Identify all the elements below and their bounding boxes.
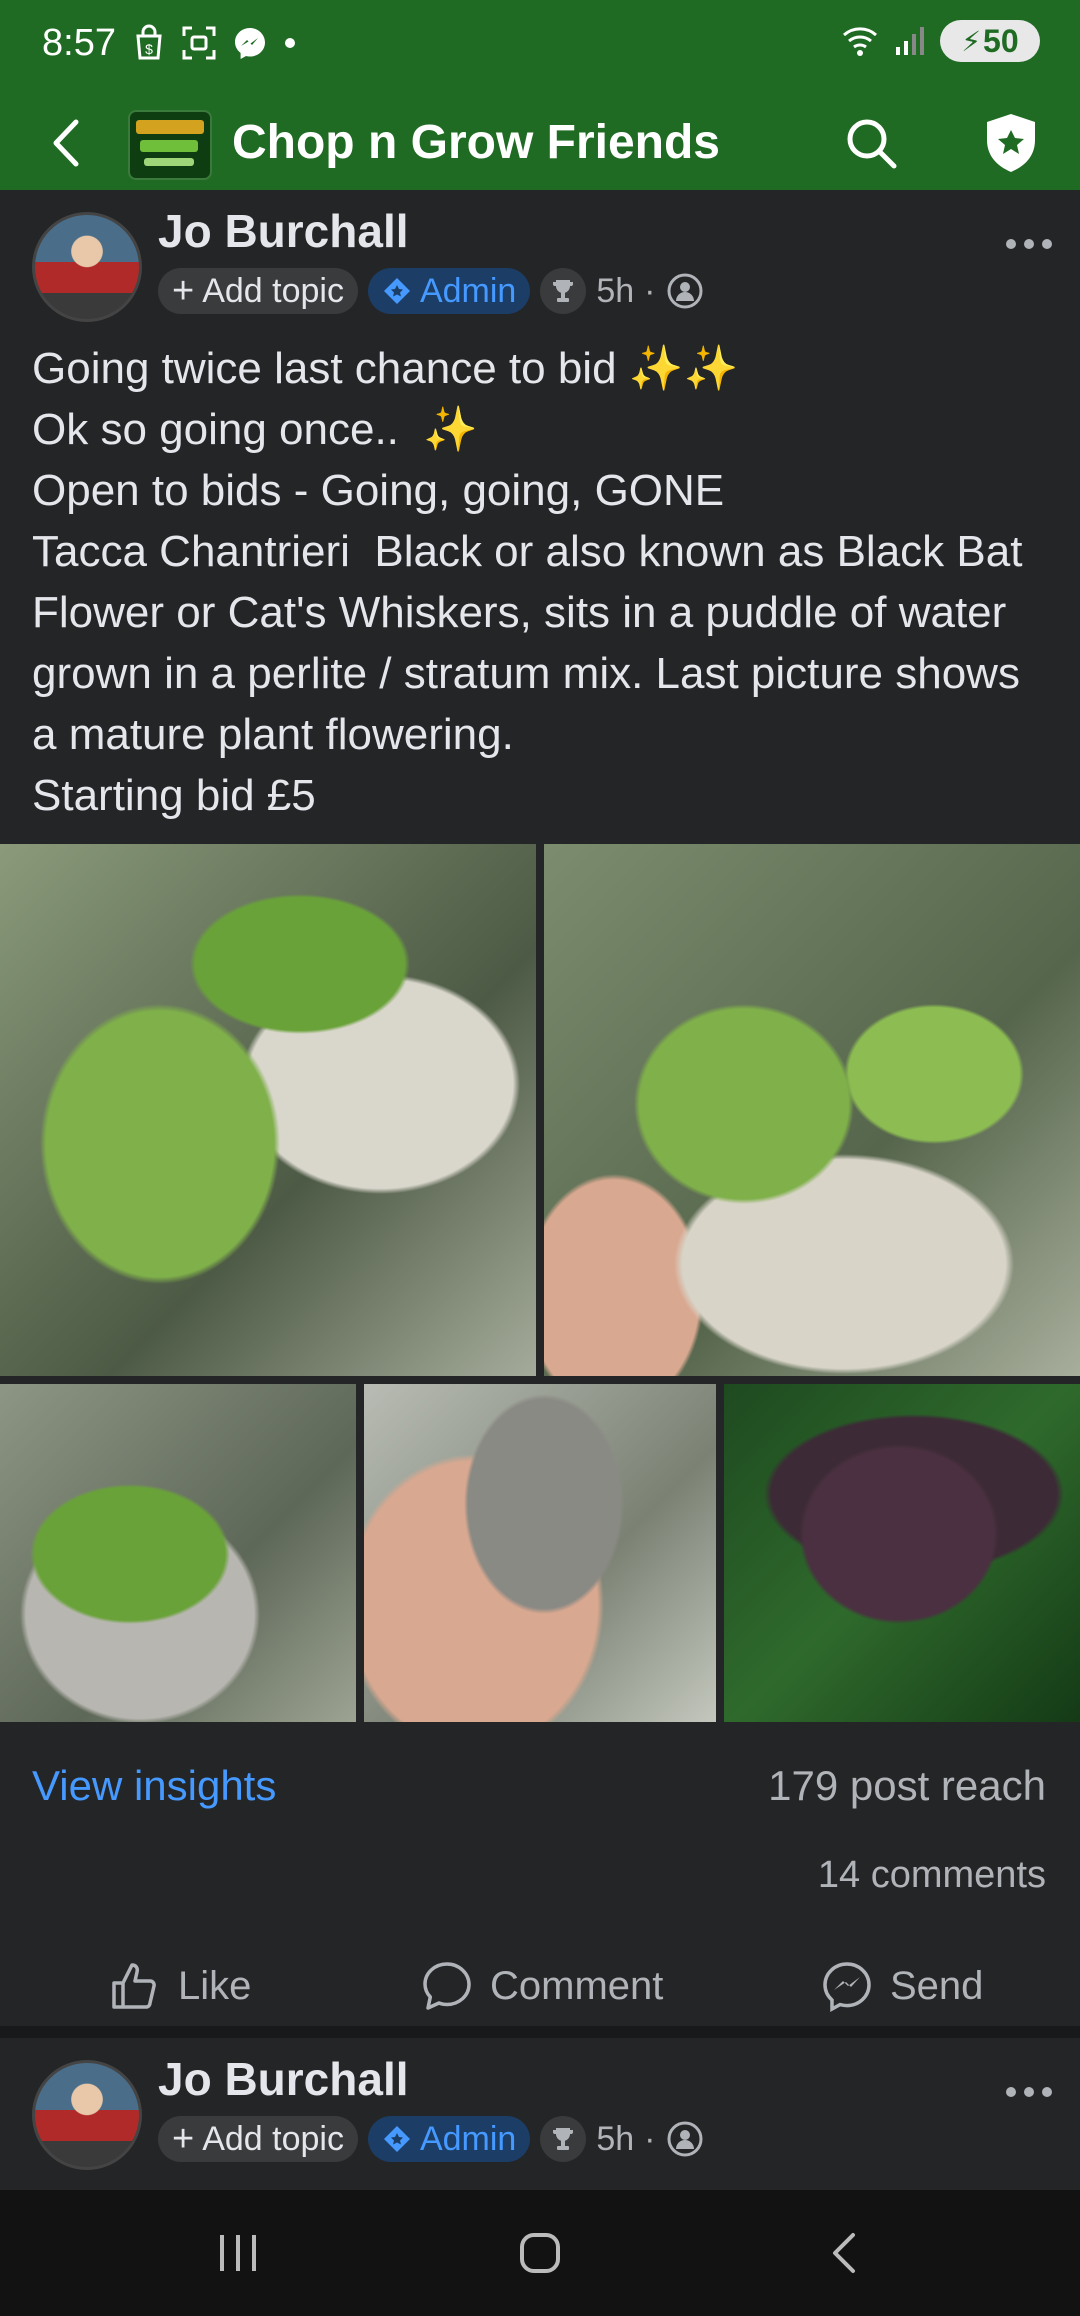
system-back-button[interactable]: [804, 2220, 884, 2286]
photo-plant-pot-2[interactable]: [0, 1384, 356, 1722]
send-label: Send: [890, 1963, 984, 2008]
post-line-3: Open to bids - Going, going, GONE: [32, 466, 725, 515]
post-line-5: Starting bid £5: [32, 771, 316, 820]
admin-badge[interactable]: Admin: [367, 268, 531, 314]
group-title[interactable]: Chop n Grow Friends: [232, 104, 720, 182]
status-time: 8:57: [42, 22, 116, 64]
post-reach: 179 post reach: [768, 1762, 1046, 1809]
charging-icon: ⚡: [961, 25, 982, 57]
plus-icon: +: [172, 269, 195, 312]
search-icon: [847, 119, 897, 169]
comment-label: Comment: [490, 1963, 664, 2008]
recent-apps-icon: [220, 2235, 256, 2271]
admin-label: Admin: [419, 271, 517, 310]
more-dots-icon: [1006, 239, 1052, 249]
photo-bat-flower[interactable]: [724, 1384, 1080, 1722]
shopping-bag-icon: $: [136, 24, 162, 60]
back-arrow-icon: [53, 119, 79, 167]
sparkle-emoji: ✨: [423, 405, 479, 454]
post-body: Going twice last chance to bid ✨✨ Ok so …: [32, 338, 1052, 826]
home-icon: [520, 2233, 560, 2273]
photo-plant-pot-1[interactable]: [0, 844, 536, 1376]
post-line-2: Ok so going once..: [32, 405, 399, 454]
privacy-members-icon: [667, 273, 702, 309]
messenger-send-icon: [823, 1962, 871, 2012]
dot-icon: [285, 38, 295, 48]
admin-diamond-icon: [383, 278, 410, 304]
like-label: Like: [178, 1963, 252, 2008]
photo-plant-in-hand[interactable]: [544, 844, 1080, 1376]
post-meta: + Add topic Admin 5h ·: [158, 2116, 704, 2162]
comment-button[interactable]: Comment: [420, 1946, 663, 2026]
admin-tools-button[interactable]: [976, 108, 1046, 178]
post-separator: [0, 2026, 1080, 2038]
status-system-icons: ⚡ 50: [840, 20, 1040, 62]
photo-grid: [0, 844, 1080, 1722]
messenger-icon: [235, 28, 265, 59]
recent-apps-button[interactable]: [198, 2220, 278, 2286]
comments-count[interactable]: 14 comments: [818, 1854, 1046, 1897]
post-time[interactable]: 5h: [596, 272, 634, 311]
status-bar: 8:57 $ ⚡ 50: [0, 0, 1080, 96]
battery-icon: ⚡ 50: [940, 20, 1040, 62]
send-button[interactable]: Send: [820, 1946, 983, 2026]
admin-badge[interactable]: Admin: [367, 2116, 531, 2162]
view-insights-link[interactable]: View insights: [32, 1762, 276, 1810]
add-topic-button[interactable]: + Add topic: [158, 268, 358, 314]
admin-diamond-icon: [383, 2126, 410, 2152]
avatar[interactable]: [32, 2060, 142, 2170]
group-logo[interactable]: [128, 110, 212, 180]
add-topic-label: Add topic: [202, 271, 344, 310]
back-chevron-icon: [833, 2233, 855, 2273]
add-topic-label: Add topic: [202, 2119, 344, 2158]
meta-separator: ·: [644, 271, 656, 310]
system-nav-bar: [0, 2190, 1080, 2316]
signal-icon: [896, 27, 924, 55]
trophy-icon: [553, 2128, 574, 2150]
more-options-button[interactable]: [1004, 2060, 1054, 2110]
app-bar: Chop n Grow Friends: [0, 96, 1080, 190]
post-author[interactable]: Jo Burchall: [158, 2052, 409, 2106]
next-post-card: Jo Burchall + Add topic Admin 5h ·: [0, 2038, 1080, 2190]
trophy-badge[interactable]: [540, 2116, 587, 2162]
photo-roots[interactable]: [364, 1384, 716, 1722]
admin-label: Admin: [419, 2119, 517, 2158]
privacy-members-icon: [667, 2121, 702, 2157]
post-actions: Like Comment Send: [0, 1946, 1080, 2026]
post-time[interactable]: 5h: [596, 2120, 634, 2159]
sparkles-emoji: ✨✨: [628, 344, 739, 393]
post-meta: + Add topic Admin 5h ·: [158, 268, 704, 314]
like-button[interactable]: Like: [108, 1946, 251, 2026]
add-topic-button[interactable]: + Add topic: [158, 2116, 358, 2162]
home-button[interactable]: [500, 2220, 580, 2286]
post-line-1: Going twice last chance to bid: [32, 344, 617, 393]
plus-icon: +: [172, 2117, 195, 2160]
screenshot-icon: [182, 26, 216, 60]
more-options-button[interactable]: [1004, 212, 1054, 262]
shield-star-icon: [987, 114, 1035, 172]
battery-level: 50: [983, 22, 1019, 59]
thumbs-up-icon: [112, 1963, 156, 2009]
search-button[interactable]: [838, 110, 904, 176]
status-notification-icons: $: [132, 24, 298, 62]
trophy-badge[interactable]: [540, 268, 587, 314]
avatar[interactable]: [32, 212, 142, 322]
wifi-icon: [843, 27, 877, 56]
trophy-icon: [553, 280, 574, 302]
meta-separator: ·: [644, 2119, 656, 2158]
post-author[interactable]: Jo Burchall: [158, 204, 409, 258]
svg-text:$: $: [145, 41, 153, 57]
post-card: Jo Burchall + Add topic Admin 5h · Going…: [0, 190, 1080, 2026]
comment-icon: [423, 1962, 471, 2010]
post-line-4: Tacca Chantrieri Black or also known as …: [32, 527, 1035, 759]
more-dots-icon: [1006, 2087, 1052, 2097]
back-button[interactable]: [36, 106, 96, 180]
